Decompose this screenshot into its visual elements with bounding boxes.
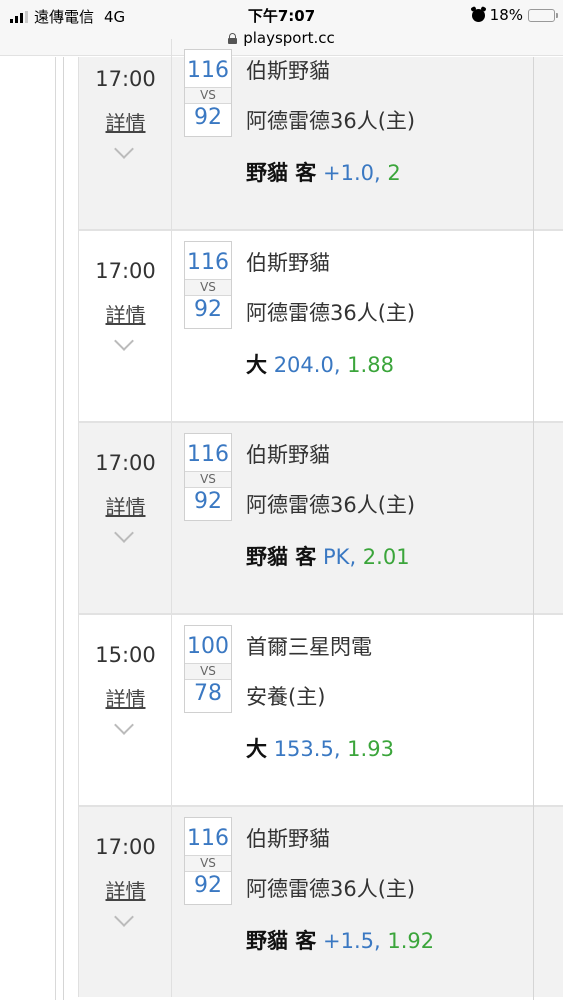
- game-time: 17:00: [95, 835, 156, 859]
- score-away: 92: [194, 297, 222, 322]
- time-column: 15:00 詳情: [79, 615, 172, 805]
- battery-icon: [528, 8, 558, 22]
- team-away-name: 伯斯野貓: [246, 251, 330, 275]
- pick-odds: 1.92: [387, 929, 435, 953]
- vs-label: VS: [185, 279, 231, 296]
- score-away: 78: [194, 681, 222, 706]
- game-time: 17:00: [95, 451, 156, 475]
- score-home: 116: [187, 826, 229, 851]
- pick-odds: 1.88: [347, 353, 394, 377]
- time-column: 17:00 詳情: [79, 807, 172, 997]
- pick-line: 204.0: [273, 353, 334, 377]
- score-home: 116: [187, 58, 229, 83]
- team-home-name: 阿德雷德36人(主): [246, 493, 416, 517]
- url-text: playsport.cc: [243, 29, 335, 47]
- team-home-name: 阿德雷德36人(主): [246, 877, 416, 901]
- game-row: 17:00 詳情 116 VS 92 伯斯野貓 阿德雷德36人(主) 野貓 客 …: [78, 807, 563, 997]
- pick-label: 野貓 客: [246, 545, 317, 569]
- bet-pick: 野貓 客 +1.5, 1.92: [246, 929, 435, 953]
- team-away-name: 首爾三星閃電: [246, 635, 372, 659]
- team-away-name: 伯斯野貓: [246, 59, 330, 83]
- pick-odds: 2.01: [362, 545, 410, 569]
- detail-link[interactable]: 詳情: [79, 299, 172, 328]
- vs-label: VS: [185, 663, 231, 680]
- game-row: 17:00 詳情 116 VS 92 伯斯野貓 阿德雷德36人(主) 野貓 客 …: [78, 423, 563, 615]
- pick-label: 野貓 客: [246, 161, 317, 185]
- divider: [63, 57, 64, 1000]
- team-home-name: 阿德雷德36人(主): [246, 109, 416, 133]
- alarm-icon: [471, 8, 485, 22]
- detail-link[interactable]: 詳情: [79, 683, 172, 712]
- game-list: 17:00 詳情 116 VS 92 伯斯野貓 阿德雷德36人(主) 野貓 客 …: [78, 39, 563, 997]
- bet-pick: 野貓 客 +1.0, 2: [246, 161, 401, 185]
- status-right: 18%: [471, 6, 558, 24]
- pick-line: +1.0: [323, 161, 374, 185]
- game-row: 17:00 詳情 116 VS 92 伯斯野貓 阿德雷德36人(主) 大 204…: [78, 231, 563, 423]
- score-box: 116 VS 92: [184, 49, 232, 137]
- vs-label: VS: [185, 471, 231, 488]
- chevron-down-icon[interactable]: [114, 139, 134, 159]
- chevron-down-icon[interactable]: [114, 523, 134, 543]
- left-rail: [0, 57, 56, 1000]
- score-away: 92: [194, 873, 222, 898]
- lock-icon: [228, 32, 238, 44]
- battery-percent: 18%: [489, 6, 523, 24]
- chevron-down-icon[interactable]: [114, 907, 134, 927]
- pick-label: 大: [246, 737, 267, 761]
- pick-label: 野貓 客: [246, 929, 317, 953]
- detail-link[interactable]: 詳情: [79, 107, 172, 136]
- score-home: 116: [187, 442, 229, 467]
- pick-odds: 1.93: [347, 737, 394, 761]
- chevron-down-icon[interactable]: [114, 715, 134, 735]
- game-time: 17:00: [95, 259, 156, 283]
- vs-label: VS: [185, 855, 231, 872]
- team-home-name: 阿德雷德36人(主): [246, 301, 416, 325]
- chevron-down-icon[interactable]: [114, 331, 134, 351]
- divider: [533, 57, 534, 1000]
- time-column: 17:00 詳情: [79, 231, 172, 421]
- score-box: 116 VS 92: [184, 817, 232, 905]
- bet-pick: 大 204.0, 1.88: [246, 353, 394, 377]
- game-row: 15:00 詳情 100 VS 78 首爾三星閃電 安養(主) 大 153.5,…: [78, 615, 563, 807]
- time-column: 17:00 詳情: [79, 39, 172, 231]
- pick-label: 大: [246, 353, 267, 377]
- pick-line: 153.5: [273, 737, 334, 761]
- game-time: 17:00: [95, 67, 156, 91]
- score-away: 92: [194, 489, 222, 514]
- score-home: 100: [187, 634, 229, 659]
- detail-link[interactable]: 詳情: [79, 875, 172, 904]
- pick-line: PK: [323, 545, 350, 569]
- team-home-name: 安養(主): [246, 685, 326, 709]
- bet-pick: 野貓 客 PK, 2.01: [246, 545, 410, 569]
- game-time: 15:00: [95, 643, 156, 667]
- score-box: 116 VS 92: [184, 241, 232, 329]
- game-row: 17:00 詳情 116 VS 92 伯斯野貓 阿德雷德36人(主) 野貓 客 …: [78, 39, 563, 231]
- score-box: 100 VS 78: [184, 625, 232, 713]
- detail-link[interactable]: 詳情: [79, 491, 172, 520]
- score-home: 116: [187, 250, 229, 275]
- pick-line: +1.5: [323, 929, 374, 953]
- vs-label: VS: [185, 87, 231, 104]
- team-away-name: 伯斯野貓: [246, 827, 330, 851]
- bet-pick: 大 153.5, 1.93: [246, 737, 394, 761]
- pick-odds: 2: [387, 161, 401, 185]
- score-away: 92: [194, 105, 222, 130]
- score-box: 116 VS 92: [184, 433, 232, 521]
- time-column: 17:00 詳情: [79, 423, 172, 613]
- team-away-name: 伯斯野貓: [246, 443, 330, 467]
